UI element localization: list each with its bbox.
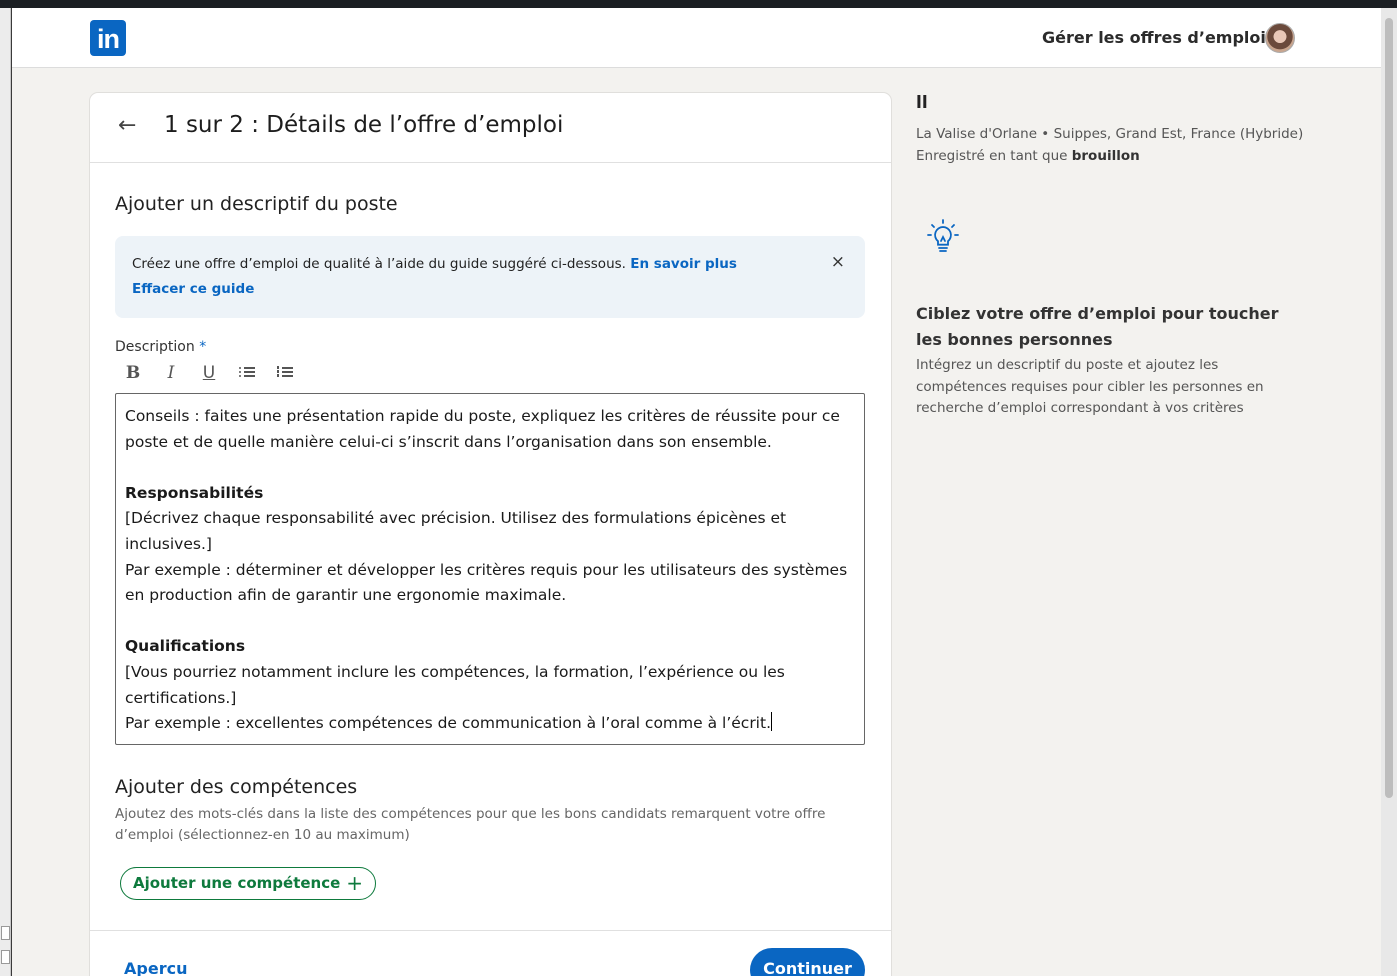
- learn-more-link[interactable]: En savoir plus: [630, 256, 737, 272]
- description-editor[interactable]: Conseils : faites une présentation rapid…: [115, 393, 865, 745]
- edge-fragment: [1, 950, 10, 964]
- guide-banner: Créez une offre d’emploi de qualité à l’…: [115, 236, 865, 318]
- responsibilities-line-1: [Décrivez chaque responsabilité avec pré…: [125, 509, 787, 553]
- skills-help-text: Ajoutez des mots-clés dans la liste des …: [115, 806, 826, 843]
- footer-divider: [90, 930, 891, 931]
- editor-blank-line: [125, 609, 855, 635]
- draft-status-prefix: Enregistré en tant que: [916, 148, 1068, 164]
- left-window-edge: [0, 8, 11, 976]
- scrollbar-thumb[interactable]: [1385, 18, 1393, 798]
- top-header: in Gérer les offres d’emploi: [12, 8, 1381, 68]
- editor-intro: Conseils : faites une présentation rapid…: [125, 407, 840, 451]
- avatar[interactable]: [1265, 23, 1295, 53]
- numbered-list-icon[interactable]: [275, 363, 295, 383]
- clear-guide-link[interactable]: Effacer ce guide: [132, 281, 254, 297]
- italic-icon[interactable]: I: [161, 363, 181, 383]
- back-arrow-icon[interactable]: ←: [118, 113, 136, 138]
- linkedin-logo[interactable]: in: [90, 20, 126, 56]
- add-skill-label: Ajouter une compétence: [133, 874, 341, 892]
- job-summary-sidebar: ll La Valise d'Orlane • Suippes, Grand E…: [916, 93, 1316, 416]
- continue-button[interactable]: Continuer: [750, 948, 865, 976]
- preview-button[interactable]: Apercu: [124, 959, 187, 976]
- underline-icon[interactable]: U: [199, 363, 219, 383]
- tip-title: Ciblez votre offre d’emploi pour toucher…: [916, 304, 1279, 349]
- responsibilities-heading: Responsabilités: [125, 483, 264, 502]
- guide-message: Créez une offre d’emploi de qualité à l’…: [132, 256, 626, 272]
- tip-body: Intégrez un descriptif du poste et ajout…: [916, 357, 1264, 416]
- required-mark: *: [199, 339, 207, 355]
- responsibilities-line-2: Par exemple : déterminer et développer l…: [125, 560, 848, 605]
- editor-toolbar: B I U: [123, 363, 295, 383]
- qualifications-heading: Qualifications: [125, 637, 246, 656]
- text-caret: [771, 712, 772, 732]
- description-section-title: Ajouter un descriptif du poste: [115, 193, 398, 215]
- guide-text: Créez une offre d’emploi de qualité à l’…: [132, 256, 737, 272]
- description-label: Description *: [115, 339, 206, 355]
- editor-blank-line: [125, 455, 855, 481]
- scrollbar[interactable]: [1381, 8, 1397, 976]
- close-icon[interactable]: ×: [831, 252, 845, 272]
- lightbulb-icon: [927, 219, 959, 252]
- qualifications-line-1: [Vous pourriez notamment inclure les com…: [125, 662, 785, 707]
- skills-section-title: Ajouter des compétences: [115, 776, 358, 798]
- page: in Gérer les offres d’emploi ← 1 sur 2 :…: [12, 8, 1381, 976]
- add-skill-button[interactable]: Ajouter une compétence +: [120, 867, 377, 900]
- bulleted-list-icon[interactable]: [237, 363, 257, 383]
- qualifications-line-2: Par exemple : excellentes compétences de…: [125, 712, 772, 733]
- draft-status: Enregistré en tant que brouillon: [916, 148, 1316, 164]
- window-top-bar: [0, 0, 1397, 8]
- draft-status-value: brouillon: [1071, 148, 1140, 164]
- job-details-card: ← 1 sur 2 : Détails de l’offre d’emploi …: [90, 93, 891, 976]
- description-label-text: Description: [115, 339, 195, 355]
- card-header: ← 1 sur 2 : Détails de l’offre d’emploi: [90, 93, 891, 163]
- job-title: ll: [916, 93, 928, 113]
- page-title: 1 sur 2 : Détails de l’offre d’emploi: [164, 112, 564, 138]
- plus-icon: +: [346, 871, 364, 895]
- bold-icon[interactable]: B: [123, 363, 143, 383]
- edge-fragment: [1, 926, 10, 940]
- company-location: La Valise d'Orlane • Suippes, Grand Est,…: [916, 126, 1304, 142]
- manage-jobs-link[interactable]: Gérer les offres d’emploi: [1042, 28, 1266, 47]
